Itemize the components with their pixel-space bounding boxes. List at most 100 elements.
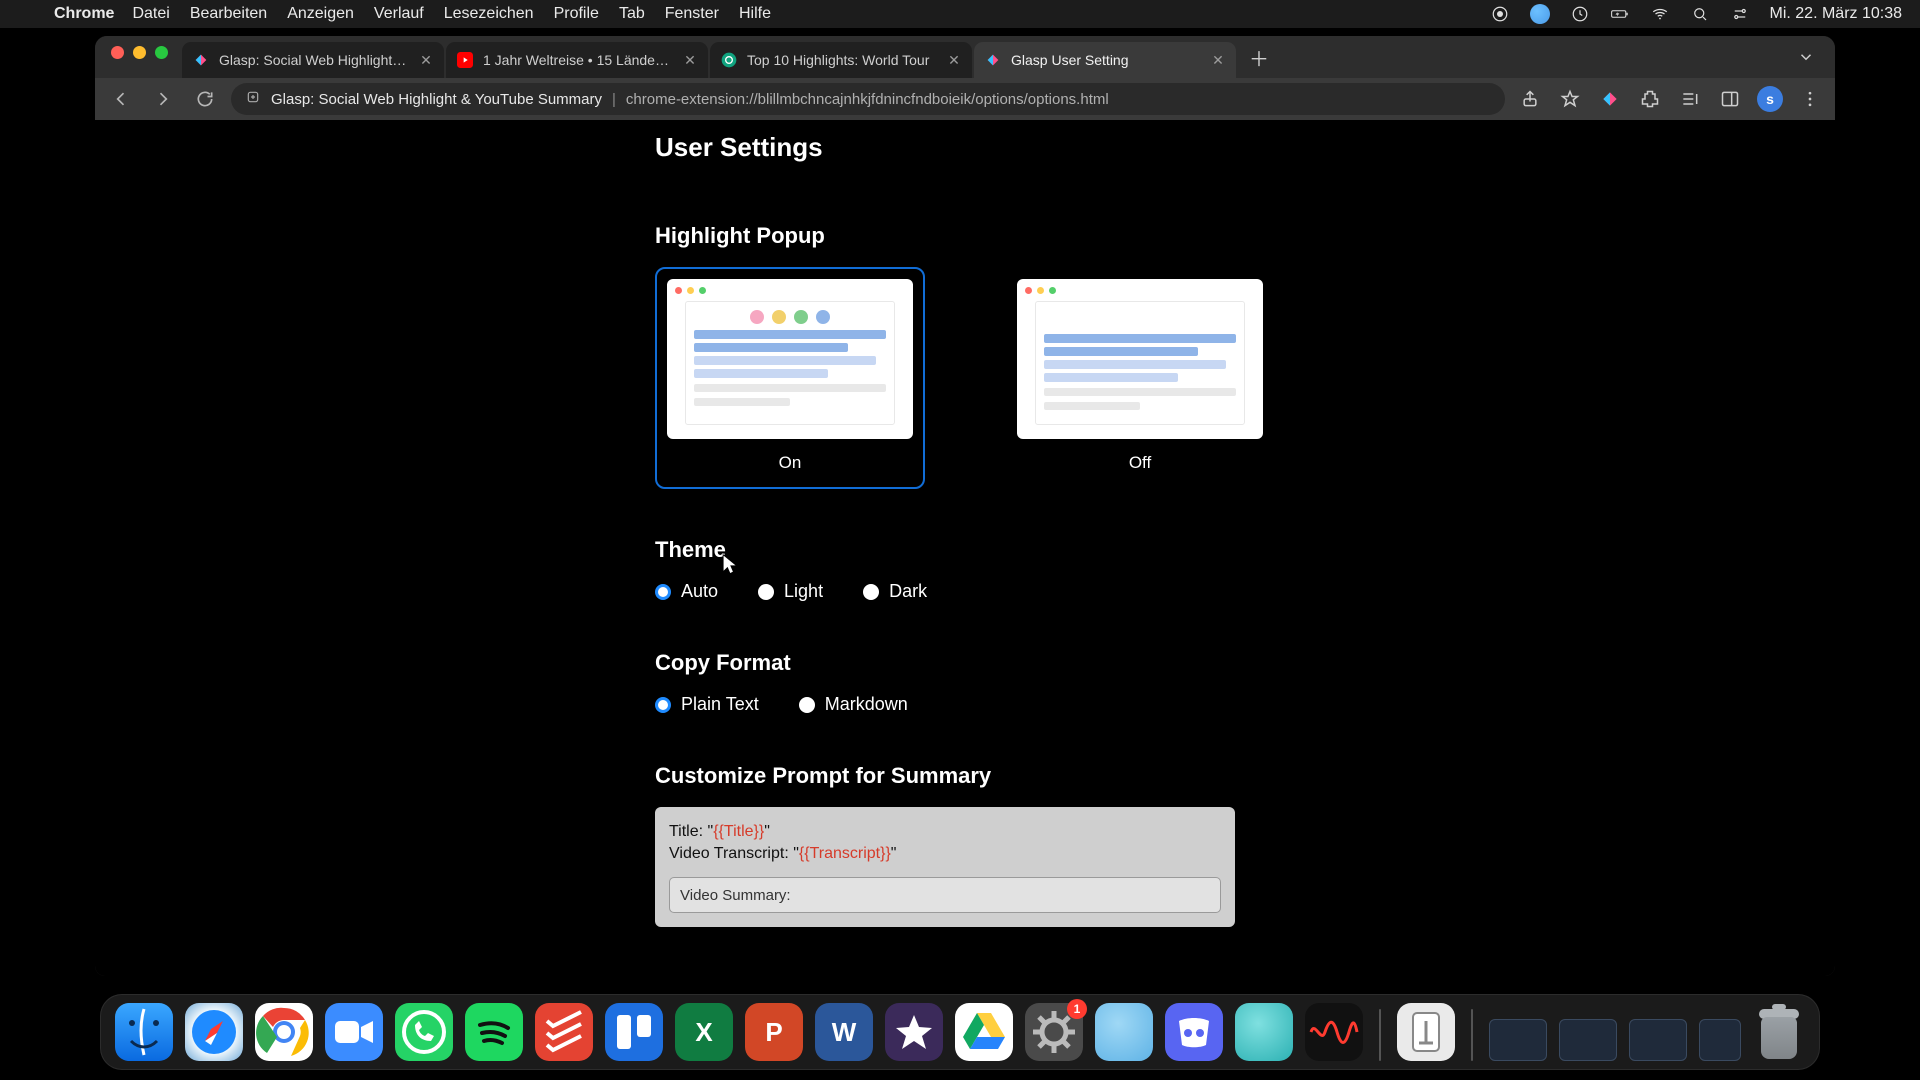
radio-icon [863, 584, 879, 600]
theme-radio-auto[interactable]: Auto [655, 581, 718, 602]
copyformat-radio-markdown[interactable]: Markdown [799, 694, 908, 715]
omnibox-separator: | [612, 91, 616, 108]
menu-verlauf[interactable]: Verlauf [374, 5, 424, 23]
dock-minimized-window[interactable] [1559, 1019, 1617, 1061]
glasp-extension-icon[interactable] [1595, 84, 1625, 114]
side-panel-button[interactable] [1715, 84, 1745, 114]
theme-radio-dark[interactable]: Dark [863, 581, 927, 602]
menu-bearbeiten[interactable]: Bearbeiten [190, 5, 267, 23]
tab-title: 1 Jahr Weltreise • 15 Länder • ... [483, 52, 673, 68]
menu-datei[interactable]: Datei [132, 5, 169, 23]
clock-status-icon[interactable] [1570, 4, 1590, 24]
menu-profile[interactable]: Profile [554, 5, 599, 23]
tab-close-icon[interactable]: ✕ [946, 52, 962, 68]
option-label: On [667, 453, 913, 473]
dock-app-safari[interactable] [185, 1003, 243, 1061]
highlight-popup-option-off[interactable]: Off [1005, 267, 1275, 489]
tab-close-icon[interactable]: ✕ [682, 52, 698, 68]
battery-icon[interactable] [1610, 4, 1630, 24]
tab-strip: Glasp: Social Web Highlight & ... ✕ 1 Ja… [95, 36, 1835, 78]
chrome-window: Glasp: Social Web Highlight & ... ✕ 1 Ja… [95, 36, 1835, 976]
record-status-icon[interactable] [1490, 4, 1510, 24]
close-window-icon[interactable] [111, 46, 124, 59]
address-bar[interactable]: Glasp: Social Web Highlight & YouTube Su… [231, 83, 1505, 115]
new-tab-button[interactable]: ＋ [1244, 42, 1274, 72]
menu-fenster[interactable]: Fenster [665, 5, 719, 23]
dock-app-gdrive[interactable] [955, 1003, 1013, 1061]
menubar-app-name[interactable]: Chrome [54, 5, 114, 23]
forward-button[interactable] [147, 83, 179, 115]
macos-menubar: Chrome Datei Bearbeiten Anzeigen Verlauf… [0, 0, 1920, 28]
glasp-favicon-icon [192, 51, 210, 69]
tab-youtube-weltreise[interactable]: 1 Jahr Weltreise • 15 Länder • ... ✕ [446, 42, 708, 78]
menu-lesezeichen[interactable]: Lesezeichen [444, 5, 534, 23]
dock-app-whatsapp[interactable] [395, 1003, 453, 1061]
share-button[interactable] [1515, 84, 1545, 114]
dock-app-powerpoint[interactable]: P [745, 1003, 803, 1061]
tab-top10-highlights[interactable]: Top 10 Highlights: World Tour ✕ [710, 42, 972, 78]
extensions-button[interactable] [1635, 84, 1665, 114]
radio-label: Markdown [825, 694, 908, 715]
menubar-clock[interactable]: Mi. 22. März 10:38 [1770, 5, 1903, 23]
dock-separator [1471, 1009, 1473, 1061]
tab-glasp-highlight[interactable]: Glasp: Social Web Highlight & ... ✕ [182, 42, 444, 78]
dock-app-spotify[interactable] [465, 1003, 523, 1061]
tab-close-icon[interactable]: ✕ [1210, 52, 1226, 68]
dock-app-excel[interactable]: X [675, 1003, 733, 1061]
dock-app-chrome[interactable] [255, 1003, 313, 1061]
dock-app-discord[interactable] [1165, 1003, 1223, 1061]
radio-label: Auto [681, 581, 718, 602]
section-copy-format: Copy Format Plain Text Markdown [655, 650, 1275, 715]
reload-button[interactable] [189, 83, 221, 115]
highlight-popup-option-on[interactable]: On [655, 267, 925, 489]
chrome-menu-button[interactable] [1795, 84, 1825, 114]
dock-app-zoom[interactable] [325, 1003, 383, 1061]
section-theme: Theme Auto Light Dark [655, 537, 1275, 602]
prompt-line-2: Video Transcript: "{{Transcript}}" [669, 845, 1221, 863]
radio-icon [655, 584, 671, 600]
menu-hilfe[interactable]: Hilfe [739, 5, 771, 23]
radio-label: Dark [889, 581, 927, 602]
dock-app-voice-memos[interactable] [1305, 1003, 1363, 1061]
search-icon[interactable] [1690, 4, 1710, 24]
dock-trash[interactable] [1753, 1003, 1805, 1061]
radio-icon [655, 697, 671, 713]
dock-app-trello[interactable] [605, 1003, 663, 1061]
dock-separator [1379, 1009, 1381, 1061]
prompt-template-box: Title: "{{Title}}" Video Transcript: "{{… [655, 807, 1235, 927]
theme-radio-light[interactable]: Light [758, 581, 823, 602]
dock-minimized-window[interactable] [1629, 1019, 1687, 1061]
popup-off-preview [1017, 279, 1263, 439]
dock-app-word[interactable]: W [815, 1003, 873, 1061]
dock-app-generic-white[interactable] [1397, 1003, 1455, 1061]
omnibox-title: Glasp: Social Web Highlight & YouTube Su… [271, 91, 602, 108]
tab-glasp-settings[interactable]: Glasp User Setting ✕ [974, 42, 1236, 78]
reading-list-button[interactable] [1675, 84, 1705, 114]
dock-minimized-window[interactable] [1699, 1019, 1741, 1061]
prompt-summary-input[interactable] [669, 877, 1221, 913]
profile-avatar[interactable]: s [1755, 84, 1785, 114]
back-button[interactable] [105, 83, 137, 115]
menu-anzeigen[interactable]: Anzeigen [287, 5, 354, 23]
dock: X P W 1 [100, 994, 1820, 1070]
dock-app-generic-teal[interactable] [1235, 1003, 1293, 1061]
wifi-icon[interactable] [1650, 4, 1670, 24]
minimize-window-icon[interactable] [133, 46, 146, 59]
control-center-icon[interactable] [1730, 4, 1750, 24]
page-viewport[interactable]: User Settings Highlight Popup [95, 120, 1835, 976]
dock-app-imovie[interactable] [885, 1003, 943, 1061]
siri-icon[interactable] [1530, 4, 1550, 24]
dock-app-settings[interactable]: 1 [1025, 1003, 1083, 1061]
dock-app-todoist[interactable] [535, 1003, 593, 1061]
tab-close-icon[interactable]: ✕ [418, 52, 434, 68]
section-title: Theme [655, 537, 1275, 563]
tab-list-button[interactable] [1791, 42, 1821, 72]
bookmark-button[interactable] [1555, 84, 1585, 114]
window-traffic-lights[interactable] [105, 46, 180, 69]
dock-app-finder[interactable] [115, 1003, 173, 1061]
copyformat-radio-plaintext[interactable]: Plain Text [655, 694, 759, 715]
fullscreen-window-icon[interactable] [155, 46, 168, 59]
dock-app-generic-blue[interactable] [1095, 1003, 1153, 1061]
dock-minimized-window[interactable] [1489, 1019, 1547, 1061]
menu-tab[interactable]: Tab [619, 5, 645, 23]
